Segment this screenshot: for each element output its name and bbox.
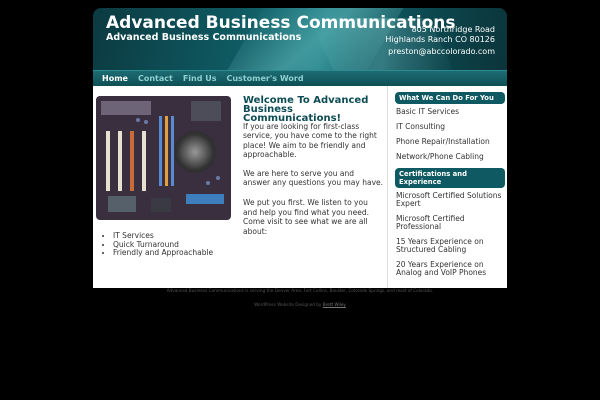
site-footer: Advanced Business Communications is serv… bbox=[93, 288, 507, 307]
intro-text: If you are looking for first-class servi… bbox=[243, 122, 383, 245]
footer-credit: WordPress Website Designed by Brett Wile… bbox=[93, 302, 507, 307]
email-address[interactable]: preston@abccolorado.com bbox=[388, 47, 495, 56]
intro-paragraph: If you are looking for first-class servi… bbox=[243, 122, 377, 160]
nav-find-us[interactable]: Find Us bbox=[183, 74, 217, 83]
sidebar-item: Basic IT Services bbox=[396, 107, 460, 116]
intro-paragraph: We put you first. We listen to you and h… bbox=[243, 198, 369, 236]
designer-link[interactable]: Brett Wiley bbox=[323, 302, 346, 307]
nav-customers-word[interactable]: Customer's Word bbox=[226, 74, 303, 83]
sidebar-item: Phone Repair/Installation bbox=[396, 137, 490, 146]
footer-credit-text: WordPress Website Designed by bbox=[254, 302, 322, 307]
footer-service-area: Advanced Business Communications is serv… bbox=[166, 288, 434, 293]
address-line: Highlands Ranch CO 80126 bbox=[385, 35, 495, 44]
sidebar-item: IT Consulting bbox=[396, 122, 446, 131]
sidebar-item: 20 Years Experience on Analog and VoIP P… bbox=[396, 260, 487, 277]
sidebar-item: 15 Years Experience on Structured Cablin… bbox=[396, 237, 484, 254]
address-block: 805 Northridge Road Highlands Ranch CO 8… bbox=[385, 25, 495, 45]
content-divider bbox=[387, 86, 388, 288]
sidebar-item: Microsoft Certified Solutions Expert bbox=[396, 191, 502, 208]
welcome-heading: Welcome To Advanced Business Communicati… bbox=[243, 95, 369, 124]
services-list: IT Services Quick Turnaround Friendly an… bbox=[103, 231, 213, 258]
intro-paragraph: We are here to serve you and answer any … bbox=[243, 168, 384, 188]
page-wrapper: Advanced Business Communications Advance… bbox=[93, 8, 507, 288]
site-tagline: Advanced Business Communications bbox=[106, 32, 302, 43]
site-header: Advanced Business Communications Advance… bbox=[93, 8, 507, 70]
sidebar-item: Network/Phone Cabling bbox=[396, 152, 484, 161]
nav-contact[interactable]: Contact bbox=[138, 74, 173, 83]
sidebar: What We Can Do For You Basic IT Services… bbox=[395, 92, 505, 284]
sidebar-heading-certifications: Certifications and Experience bbox=[395, 168, 505, 188]
main-content: Welcome To Advanced Business Communicati… bbox=[93, 86, 507, 288]
sidebar-heading-services: What We Can Do For You bbox=[395, 92, 505, 104]
sidebar-item: Microsoft Certified Professional bbox=[396, 214, 465, 231]
motherboard-image bbox=[96, 96, 231, 220]
address-line: 805 Northridge Road bbox=[411, 25, 495, 34]
list-item: Friendly and Approachable bbox=[113, 248, 213, 258]
nav-home[interactable]: Home bbox=[102, 74, 128, 83]
main-nav: Home Contact Find Us Customer's Word bbox=[93, 70, 507, 86]
